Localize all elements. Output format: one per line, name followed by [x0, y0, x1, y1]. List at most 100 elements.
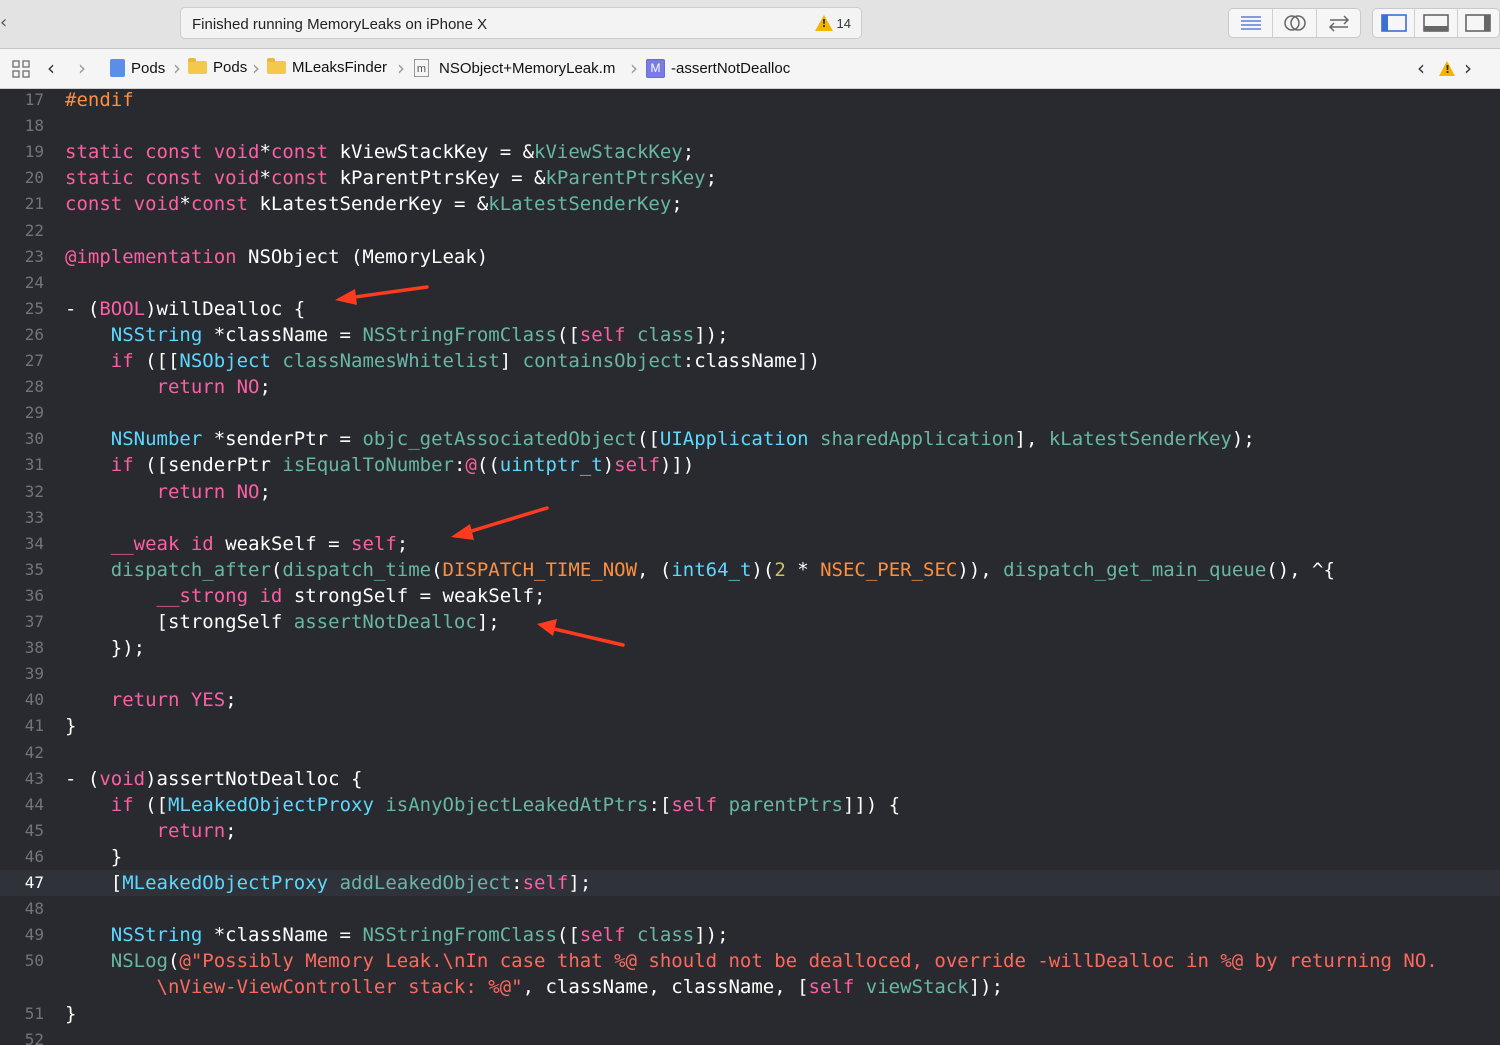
breadcrumb-project[interactable]: Pods — [110, 59, 165, 77]
code-line[interactable]: 20 static const void*const kParentPtrsKey… — [0, 165, 1500, 191]
code-line[interactable]: 50 NSLog(@"Possibly Memory Leak.\nIn cas… — [0, 948, 1500, 974]
line-number[interactable]: 46 — [0, 844, 44, 870]
code-line[interactable]: 23 @implementation NSObject (MemoryLeak) — [0, 244, 1500, 270]
navigator-toggle-icon[interactable] — [1373, 9, 1416, 37]
code-text[interactable]: } — [65, 1001, 76, 1027]
code-line[interactable]: 52 — [0, 1027, 1500, 1045]
line-number[interactable]: 43 — [0, 766, 44, 792]
code-line[interactable]: 48 — [0, 896, 1500, 922]
line-number[interactable]: 36 — [0, 583, 44, 609]
breadcrumb-group-mleaksfinder[interactable]: MLeaksFinder — [267, 58, 387, 76]
code-line[interactable]: 18 — [0, 113, 1500, 139]
next-issue-icon[interactable]: › — [1464, 56, 1472, 80]
line-number[interactable]: 25 — [0, 296, 44, 322]
code-line[interactable]: \nView-ViewController stack: %@", classN… — [0, 974, 1500, 1000]
line-number[interactable]: 33 — [0, 505, 44, 531]
breadcrumb-method[interactable]: M -assertNotDealloc — [646, 59, 790, 78]
code-line[interactable]: 37 [strongSelf assertNotDealloc]; — [0, 609, 1500, 635]
assistant-editor-icon[interactable] — [1273, 9, 1317, 37]
line-number[interactable]: 34 — [0, 531, 44, 557]
line-number[interactable]: 20 — [0, 165, 44, 191]
line-number[interactable]: 47 — [0, 870, 44, 896]
line-number[interactable]: 23 — [0, 244, 44, 270]
code-line[interactable]: 24 — [0, 270, 1500, 296]
line-number[interactable]: 52 — [0, 1027, 44, 1045]
line-number[interactable]: 37 — [0, 609, 44, 635]
code-line[interactable]: 49 NSString *className = NSStringFromCla… — [0, 922, 1500, 948]
code-text[interactable]: if ([[NSObject classNamesWhitelist] cont… — [65, 348, 820, 374]
code-line[interactable]: 47 [MLeakedObjectProxy addLeakedObject:s… — [0, 870, 1500, 896]
code-line[interactable]: 38 }); — [0, 635, 1500, 661]
code-line[interactable]: 39 — [0, 661, 1500, 687]
code-line[interactable]: 41} — [0, 713, 1500, 739]
code-text[interactable]: [MLeakedObjectProxy addLeakedObject:self… — [65, 870, 592, 896]
code-line[interactable]: 51} — [0, 1001, 1500, 1027]
utilities-toggle-icon[interactable] — [1458, 9, 1499, 37]
code-text[interactable]: @implementation NSObject (MemoryLeak) — [65, 244, 488, 270]
code-text[interactable]: return; — [65, 818, 237, 844]
version-editor-icon[interactable] — [1317, 9, 1360, 37]
line-number[interactable]: 21 — [0, 191, 44, 217]
line-number[interactable]: 27 — [0, 348, 44, 374]
code-text[interactable]: return YES; — [65, 687, 237, 713]
related-items-icon[interactable] — [12, 60, 30, 82]
code-line[interactable]: 22 — [0, 218, 1500, 244]
line-number[interactable]: 45 — [0, 818, 44, 844]
code-line[interactable]: 30 NSNumber *senderPtr = objc_getAssocia… — [0, 426, 1500, 452]
line-number[interactable]: 30 — [0, 426, 44, 452]
previous-issue-icon[interactable]: ‹ — [1417, 56, 1425, 80]
line-number[interactable]: 19 — [0, 139, 44, 165]
code-line[interactable]: 17 #endif — [0, 89, 1500, 113]
line-number[interactable]: 28 — [0, 374, 44, 400]
code-line[interactable]: 42 — [0, 740, 1500, 766]
code-line[interactable]: 26 NSString *className = NSStringFromCla… — [0, 322, 1500, 348]
line-number[interactable]: 24 — [0, 270, 44, 296]
code-line[interactable]: 34 __weak id weakSelf = self; — [0, 531, 1500, 557]
code-line[interactable]: 35 dispatch_after(dispatch_time(DISPATCH… — [0, 557, 1500, 583]
back-arrow-icon[interactable]: ‹ — [47, 56, 55, 80]
line-number[interactable]: 31 — [0, 452, 44, 478]
code-text[interactable]: - (BOOL)willDealloc { — [65, 296, 305, 322]
code-text[interactable]: NSLog(@"Possibly Memory Leak.\nIn case t… — [65, 948, 1438, 974]
code-text[interactable]: \nView-ViewController stack: %@", classN… — [65, 974, 1004, 1000]
code-text[interactable]: __strong id strongSelf = weakSelf; — [65, 583, 546, 609]
code-line[interactable]: 28 return NO; — [0, 374, 1500, 400]
line-number[interactable]: 40 — [0, 687, 44, 713]
code-text[interactable]: NSString *className = NSStringFromClass(… — [65, 322, 729, 348]
line-number[interactable]: 32 — [0, 479, 44, 505]
line-number[interactable]: 49 — [0, 922, 44, 948]
code-text[interactable]: if ([MLeakedObjectProxy isAnyObjectLeake… — [65, 792, 900, 818]
code-text[interactable]: return NO; — [65, 479, 271, 505]
code-text[interactable]: NSNumber *senderPtr = objc_getAssociated… — [65, 426, 1255, 452]
code-text[interactable]: static const void*const kParentPtrsKey =… — [65, 165, 717, 191]
code-text[interactable]: } — [65, 844, 122, 870]
line-number[interactable]: 38 — [0, 635, 44, 661]
code-line[interactable]: 25 - (BOOL)willDealloc { — [0, 296, 1500, 322]
code-line[interactable]: 44 if ([MLeakedObjectProxy isAnyObjectLe… — [0, 792, 1500, 818]
code-text[interactable]: }); — [65, 635, 145, 661]
code-text[interactable]: [strongSelf assertNotDealloc]; — [65, 609, 500, 635]
code-line[interactable]: 27 if ([[NSObject classNamesWhitelist] c… — [0, 348, 1500, 374]
code-text[interactable]: NSString *className = NSStringFromClass(… — [65, 922, 729, 948]
line-number[interactable]: 50 — [0, 948, 44, 974]
code-text[interactable]: static const void*const kViewStackKey = … — [65, 139, 694, 165]
line-number[interactable]: 42 — [0, 740, 44, 766]
code-line[interactable]: 31 if ([senderPtr isEqualToNumber:@((uin… — [0, 452, 1500, 478]
line-number[interactable]: 26 — [0, 322, 44, 348]
code-text[interactable]: dispatch_after(dispatch_time(DISPATCH_TI… — [65, 557, 1335, 583]
line-number[interactable]: 29 — [0, 400, 44, 426]
code-line[interactable]: 33 — [0, 505, 1500, 531]
forward-arrow-icon[interactable]: › — [78, 56, 86, 80]
code-line[interactable]: 19 static const void*const kViewStackKey … — [0, 139, 1500, 165]
code-text[interactable]: - (void)assertNotDealloc { — [65, 766, 362, 792]
code-line[interactable]: 21 const void*const kLatestSenderKey = &k… — [0, 191, 1500, 217]
debug-area-toggle-icon[interactable] — [1415, 9, 1458, 37]
code-line[interactable]: 43 - (void)assertNotDealloc { — [0, 766, 1500, 792]
standard-editor-icon[interactable] — [1229, 9, 1273, 37]
line-number[interactable]: 39 — [0, 661, 44, 687]
code-text[interactable]: __weak id weakSelf = self; — [65, 531, 408, 557]
line-number[interactable]: 18 — [0, 113, 44, 139]
code-line[interactable]: 32 return NO; — [0, 479, 1500, 505]
sidebar-edge-chevron[interactable]: ‹ — [0, 12, 7, 33]
code-line[interactable]: 40 return YES; — [0, 687, 1500, 713]
